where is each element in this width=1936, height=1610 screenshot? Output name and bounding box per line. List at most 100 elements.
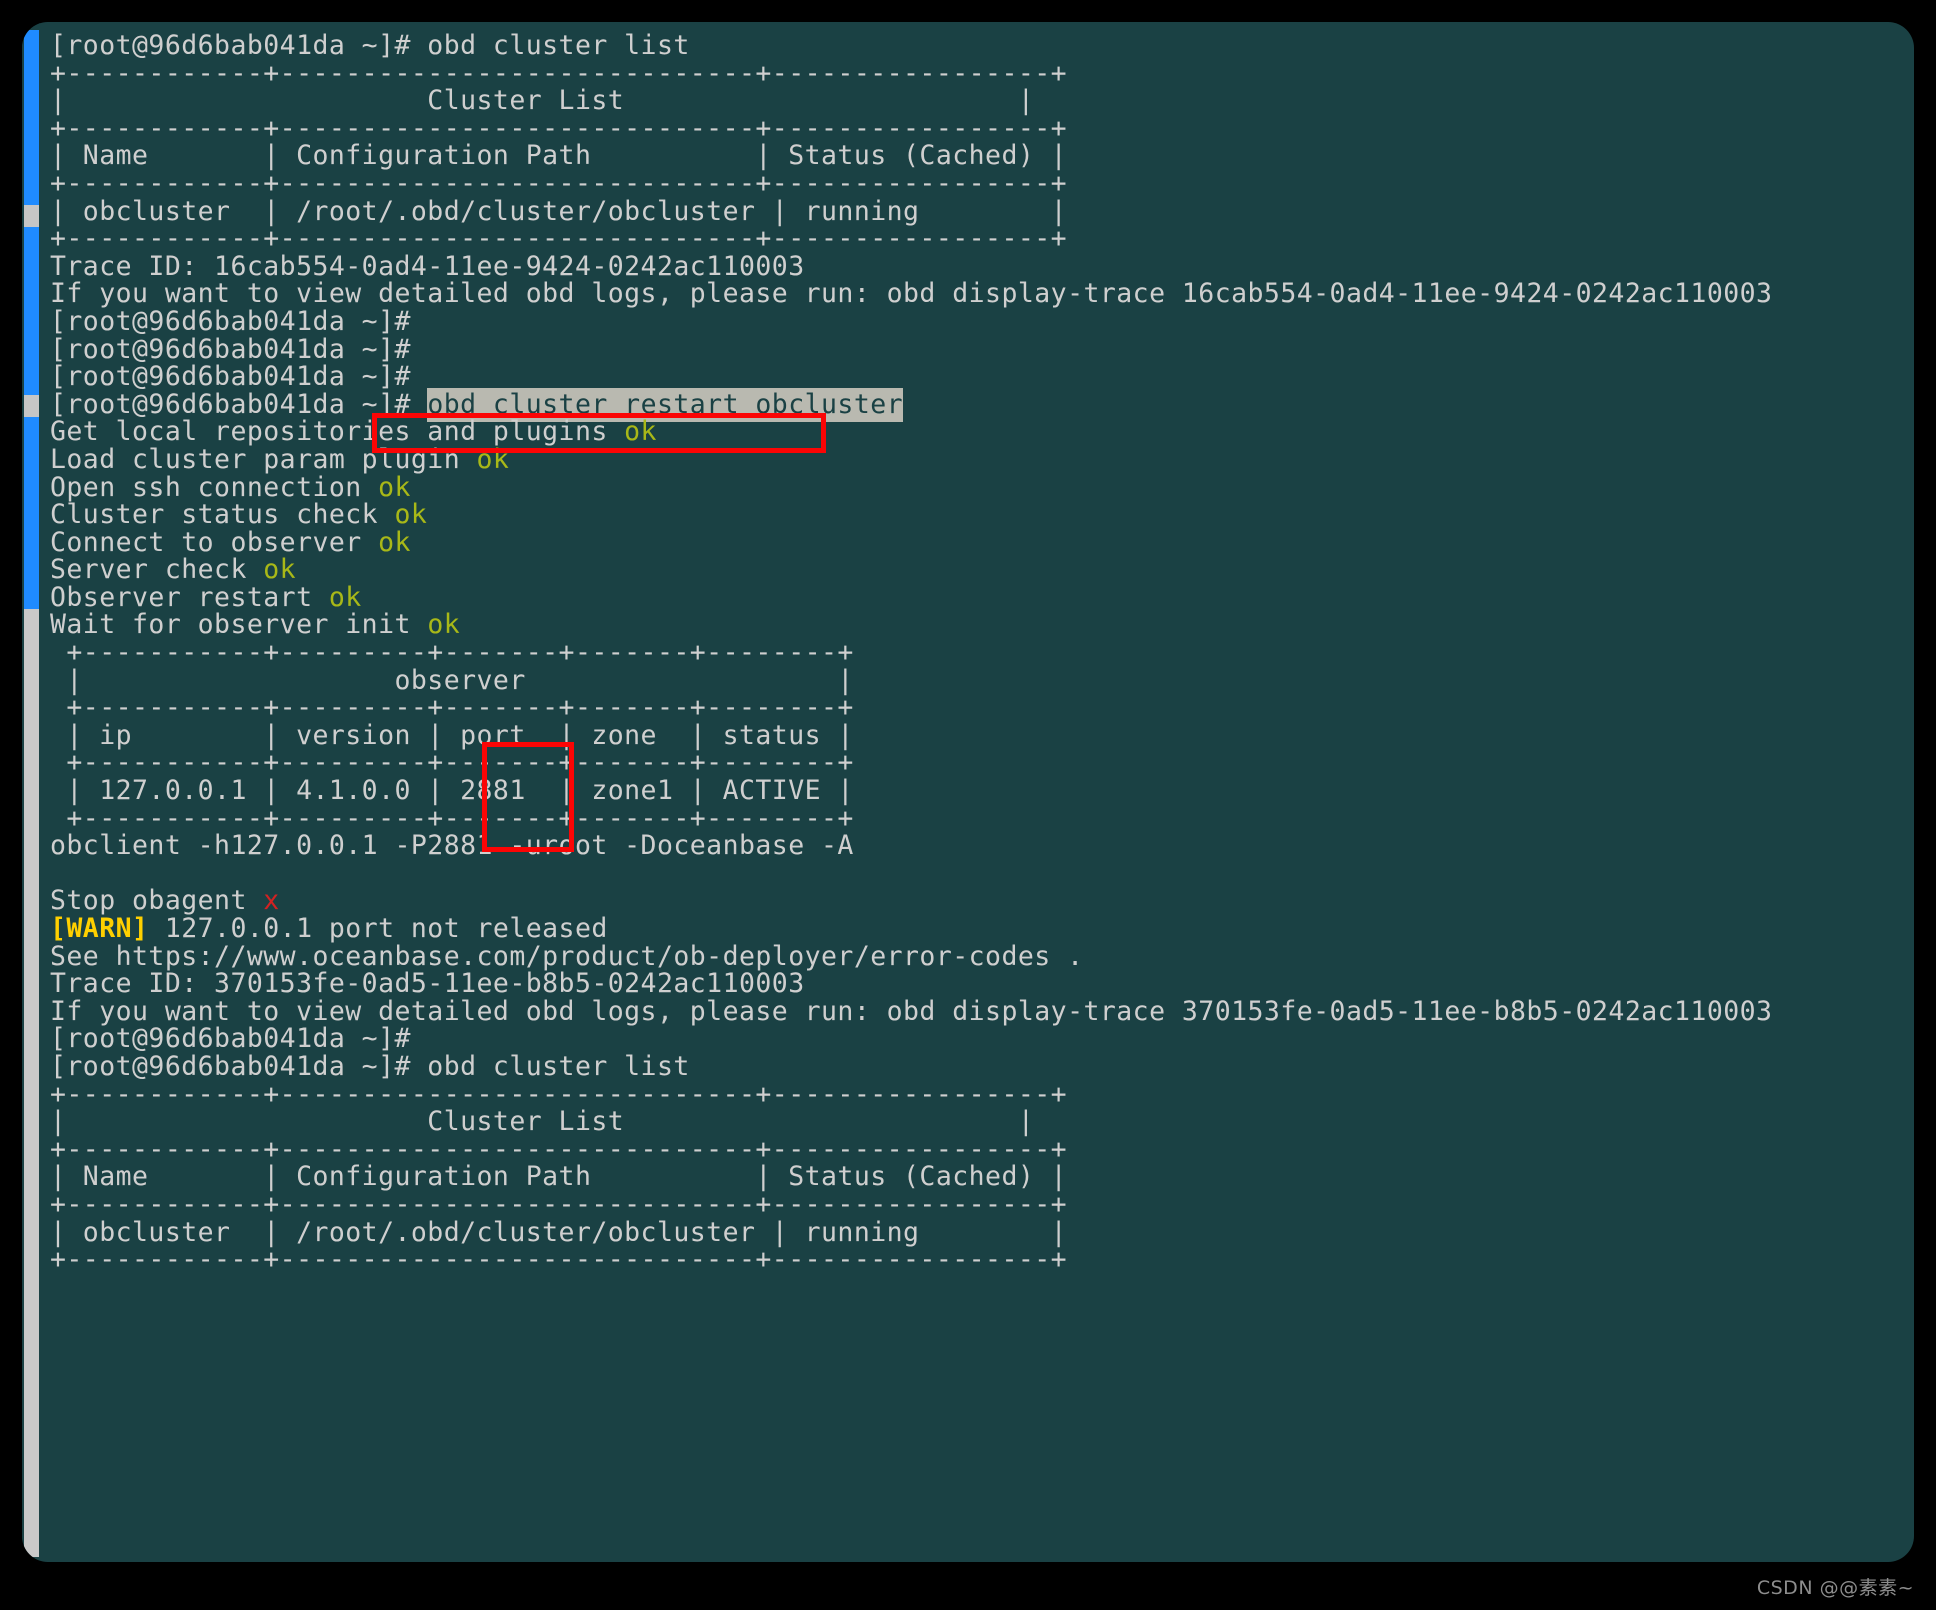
line-text: +------------+--------------------------… xyxy=(50,1133,1068,1165)
line-text: [root@96d6bab041da ~]# obd cluster list xyxy=(50,1050,690,1082)
terminal-line: [root@96d6bab041da ~]# obd cluster list xyxy=(50,1053,1914,1081)
terminal-line: Trace ID: 370153fe-0ad5-11ee-b8b5-0242ac… xyxy=(50,970,1914,998)
terminal-line: +------------+--------------------------… xyxy=(50,1246,1914,1274)
scrollbar-track-segment[interactable] xyxy=(24,205,39,227)
terminal-window: [root@96d6bab041da ~]# obd cluster list +… xyxy=(22,22,1914,1562)
scrollbar-thumb-segment[interactable] xyxy=(24,417,39,609)
line-text: | 127.0.0.1 | 4.1.0.0 | 2881 | zone1 | A… xyxy=(50,775,854,807)
terminal-line: See https://www.oceanbase.com/product/ob… xyxy=(50,942,1914,971)
terminal-line: Wait for observer init ok xyxy=(50,611,1914,639)
status-ok: ok xyxy=(378,526,411,558)
warn-tag: [WARN] xyxy=(50,913,149,944)
line-text: Connect to observer xyxy=(50,526,379,558)
terminal-line: | 127.0.0.1 | 4.1.0.0 | 2881 | zone1 | A… xyxy=(50,777,1914,805)
line-text: [root@96d6bab041da ~]# obd cluster list xyxy=(50,30,690,61)
line-text: | Name | Configuration Path | Status (Ca… xyxy=(50,1161,1068,1193)
line-text: +------------+--------------------------… xyxy=(50,57,1068,89)
status-failed: x xyxy=(263,885,280,917)
line-text: +------------+--------------------------… xyxy=(50,112,1068,144)
terminal-line: +-----------+---------+-------+-------+-… xyxy=(50,639,1914,667)
terminal-line: | Name | Configuration Path | Status (Ca… xyxy=(50,1163,1914,1191)
line-text: +-----------+---------+-------+-------+-… xyxy=(50,637,854,669)
terminal-line: [root@96d6bab041da ~]# xyxy=(50,335,1914,364)
line-text: 127.0.0.1 port not released xyxy=(148,913,608,944)
line-text: obclient -h127.0.0.1 -P2881 -uroot -Doce… xyxy=(50,830,854,862)
line-text: +-----------+---------+-------+-------+-… xyxy=(50,802,854,834)
line-text: +------------+--------------------------… xyxy=(50,223,1068,255)
status-ok: ok xyxy=(263,554,297,586)
line-text: Wait for observer init xyxy=(50,609,428,641)
line-text: +-----------+---------+-------+-------+-… xyxy=(50,692,854,724)
terminal-line: | ip | version | port | zone | status | xyxy=(50,722,1914,750)
line-text: +------------+--------------------------… xyxy=(50,167,1068,199)
terminal-line: [WARN] 127.0.0.1 port not released xyxy=(50,915,1914,943)
scrollbar-track-segment[interactable] xyxy=(24,395,39,417)
line-text: | Cluster List | xyxy=(50,85,1035,117)
terminal-line: [root@96d6bab041da ~]# xyxy=(50,363,1914,391)
terminal-line: | Name | Configuration Path | Status (Ca… xyxy=(50,142,1914,170)
terminal-line: +------------+--------------------------… xyxy=(50,57,1914,89)
terminal-line: +-----------+---------+-------+-------+-… xyxy=(50,749,1914,777)
terminal-line: | Cluster List | xyxy=(50,87,1914,115)
terminal-line: | observer | xyxy=(50,664,1914,696)
terminal-line: +-----------+---------+-------+-------+-… xyxy=(50,694,1914,722)
line-text: [root@96d6bab041da ~]# xyxy=(50,1023,411,1055)
terminal-line: Server check ok xyxy=(50,556,1914,584)
line-text: +------------+--------------------------… xyxy=(50,1188,1068,1220)
shell-prompt: [root@96d6bab041da ~]# xyxy=(50,388,428,420)
line-text: Load cluster param plugin xyxy=(50,443,477,475)
line-text: +------------+--------------------------… xyxy=(50,1078,1068,1110)
line-text: | ip | version | port | zone | status | xyxy=(50,719,854,751)
terminal-line: +------------+--------------------------… xyxy=(50,1078,1914,1110)
line-text: If you want to view detailed obd logs, p… xyxy=(50,995,1773,1027)
terminal-line: Observer restart ok xyxy=(50,584,1914,612)
line-text: Open ssh connection xyxy=(50,471,379,503)
watermark: CSDN @@素素~ xyxy=(1756,1577,1914,1599)
terminal-scrollbar[interactable] xyxy=(22,22,40,1562)
terminal-line: If you want to view detailed obd logs, p… xyxy=(50,995,1914,1027)
status-ok: ok xyxy=(328,581,362,613)
terminal-line: +------------+--------------------------… xyxy=(50,225,1914,253)
scrollbar-thumb-segment[interactable] xyxy=(24,227,39,395)
screenshot-root: [root@96d6bab041da ~]# obd cluster list +… xyxy=(0,0,1936,1610)
terminal-line: Cluster status check ok xyxy=(50,501,1914,529)
terminal-line: [root@96d6bab041da ~]# obd cluster list xyxy=(50,32,1914,60)
line-text: Cluster status check xyxy=(50,499,395,531)
terminal-line: Open ssh connection ok xyxy=(50,471,1914,503)
terminal-line: Get local repositories and plugins ok xyxy=(50,418,1914,446)
terminal-line: | obcluster | /root/.obd/cluster/obclust… xyxy=(50,197,1914,226)
status-ok: ok xyxy=(624,416,657,448)
line-text: | Name | Configuration Path | Status (Ca… xyxy=(50,140,1068,172)
status-ok: ok xyxy=(476,443,510,475)
terminal-line: | Cluster List | xyxy=(50,1108,1914,1136)
terminal-line: +------------+--------------------------… xyxy=(50,112,1914,144)
line-text: [root@96d6bab041da ~]# xyxy=(50,361,411,393)
line-text: Get local repositories and plugins xyxy=(50,416,625,448)
terminal-line: If you want to view detailed obd logs, p… xyxy=(50,280,1914,308)
terminal-line: +------------+--------------------------… xyxy=(50,170,1914,198)
scrollbar-track-lower[interactable] xyxy=(24,609,39,1557)
terminal-output[interactable]: [root@96d6bab041da ~]# obd cluster list +… xyxy=(50,32,1914,1562)
line-text: | Cluster List | xyxy=(50,1106,1035,1138)
line-text: Server check xyxy=(50,554,264,586)
status-ok: ok xyxy=(394,499,428,531)
line-text: If you want to view detailed obd logs, p… xyxy=(50,278,1773,310)
status-ok: ok xyxy=(427,609,461,641)
line-text: Observer restart xyxy=(50,581,329,613)
line-text: Trace ID: 16cab554-0ad4-11ee-9424-0242ac… xyxy=(50,250,805,282)
terminal-line: Trace ID: 16cab554-0ad4-11ee-9424-0242ac… xyxy=(50,250,1914,282)
terminal-line: obclient -h127.0.0.1 -P2881 -uroot -Doce… xyxy=(50,832,1914,860)
line-text: +-----------+---------+-------+-------+-… xyxy=(50,747,854,779)
terminal-line: [root@96d6bab041da ~]# xyxy=(50,1025,1914,1053)
scrollbar-thumb-segment[interactable] xyxy=(24,30,39,205)
terminal-line: [root@96d6bab041da ~]# xyxy=(50,308,1914,336)
terminal-line: +------------+--------------------------… xyxy=(50,1191,1914,1219)
line-text: | observer | xyxy=(50,664,854,696)
terminal-line: Stop obagent x xyxy=(50,887,1914,915)
line-text: [root@96d6bab041da ~]# xyxy=(50,305,411,337)
line-text: Trace ID: 370153fe-0ad5-11ee-b8b5-0242ac… xyxy=(50,968,805,1000)
terminal-line: | obcluster | /root/.obd/cluster/obclust… xyxy=(50,1218,1914,1247)
status-ok: ok xyxy=(378,471,411,503)
terminal-line: +------------+--------------------------… xyxy=(50,1133,1914,1165)
